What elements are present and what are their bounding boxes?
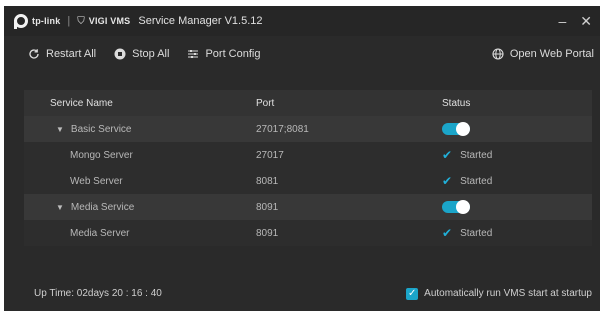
restart-all-button[interactable]: Restart All [28, 48, 96, 60]
service-port: 8091 [256, 227, 279, 239]
globe-icon [492, 48, 504, 60]
product-name: VIGI VMS [88, 16, 131, 26]
open-web-portal-button[interactable]: Open Web Portal [492, 48, 594, 60]
stop-all-button[interactable]: Stop All [114, 48, 169, 60]
app-title: Service Manager V1.5.12 [138, 15, 263, 27]
service-port: 8081 [256, 175, 279, 187]
port-config-label: Port Config [205, 48, 261, 60]
port-config-button[interactable]: Port Config [187, 48, 260, 60]
minimize-button[interactable]: – [558, 13, 566, 29]
status-text: Started [460, 227, 493, 239]
tp-link-logo-icon [14, 14, 28, 29]
footer: Up Time: 02days 20 : 16 : 40 ✓ Automatic… [4, 282, 600, 305]
toggle-knob [456, 200, 470, 214]
table-row[interactable]: ▼ Basic Service 27017;8081 [24, 116, 592, 142]
chevron-down-icon[interactable]: ▼ [56, 125, 64, 134]
service-name: Mongo Server [70, 149, 133, 161]
table-header: Service Name Port Status [24, 90, 592, 116]
status-text: Started [460, 175, 493, 187]
restart-all-label: Restart All [46, 48, 97, 60]
service-port: 27017 [256, 149, 284, 161]
window-controls: – ✕ [558, 13, 592, 30]
title-bar: tp-link | ⛉ VIGI VMS Service Manager V1.… [4, 6, 600, 36]
service-port: 8091 [256, 201, 279, 213]
service-name: Media Service [70, 201, 135, 213]
service-toggle[interactable] [442, 200, 470, 214]
sliders-icon [187, 48, 199, 60]
check-icon: ✔ [442, 174, 453, 188]
table-row: Web Server 8081 ✔ Started [24, 168, 592, 194]
brand-name: tp-link [32, 16, 61, 26]
table-row[interactable]: ▼ Media Service 8091 [24, 194, 592, 220]
service-toggle[interactable] [442, 122, 470, 136]
autorun-checkbox[interactable]: ✓ Automatically run VMS start at startup [406, 287, 592, 300]
header-status: Status [442, 97, 471, 109]
check-icon: ✔ [442, 226, 453, 240]
status-text: Started [460, 149, 493, 161]
vigi-logo-icon: ⛉ [77, 15, 85, 27]
close-button[interactable]: ✕ [580, 13, 592, 30]
autorun-label: Automatically run VMS start at startup [424, 288, 592, 299]
toolbar: Restart All Stop All Port Config Open We… [4, 36, 600, 72]
service-name: Basic Service [70, 123, 132, 135]
table-row: Media Server 8091 ✔ Started [24, 220, 592, 246]
chevron-down-icon[interactable]: ▼ [56, 203, 64, 212]
check-icon: ✔ [442, 148, 453, 162]
header-service-name: Service Name [50, 97, 113, 109]
services-table: Service Name Port Status ▼ Basic Service… [24, 90, 592, 246]
open-web-portal-label: Open Web Portal [509, 48, 594, 60]
stop-icon [114, 48, 126, 60]
table-row: Mongo Server 27017 ✔ Started [24, 142, 592, 168]
checkbox-checked-icon[interactable]: ✓ [406, 287, 419, 300]
header-port: Port [256, 97, 275, 109]
stop-all-label: Stop All [132, 48, 170, 60]
service-port: 27017;8081 [256, 123, 309, 135]
uptime-text: Up Time: 02days 20 : 16 : 40 [34, 288, 162, 299]
service-name: Web Server [70, 175, 123, 187]
toggle-knob [456, 122, 470, 136]
service-name: Media Server [70, 227, 130, 239]
brand-separator: | [67, 15, 71, 27]
refresh-icon [28, 48, 40, 60]
brand: tp-link | ⛉ VIGI VMS [14, 14, 131, 29]
